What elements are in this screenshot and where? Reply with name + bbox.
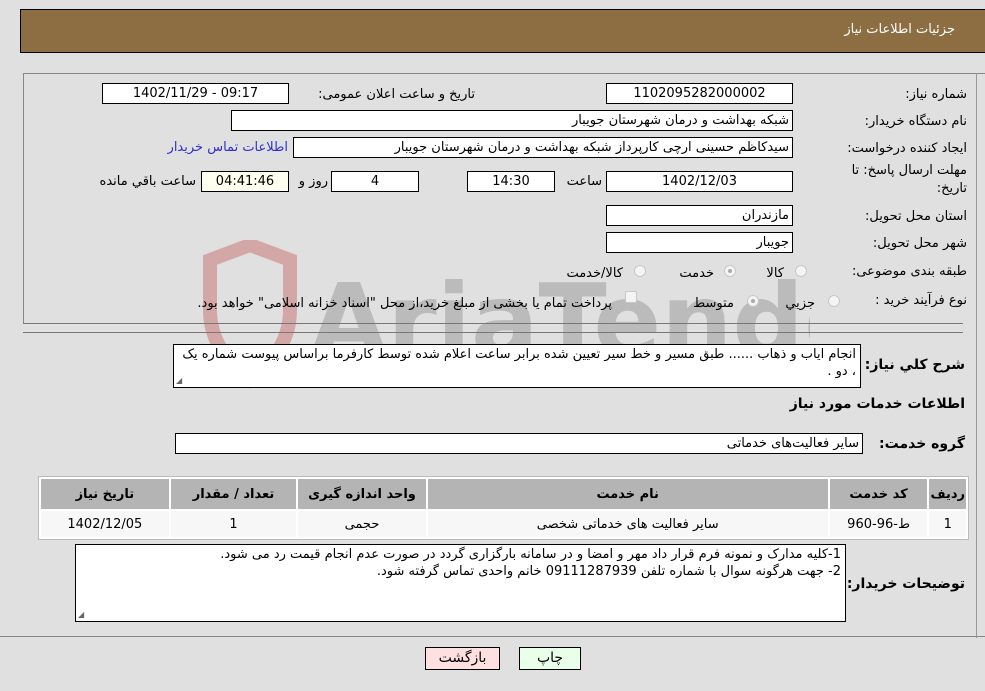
purchase-type-option-minor: جزیي: [785, 296, 815, 311]
table-row: 1 ط-96-960 سایر فعالیت های خدماتی شخصی ح…: [41, 511, 966, 537]
announce-datetime-field: 1402/11/29 - 09:17: [102, 83, 289, 104]
divider: [23, 332, 963, 333]
remaining-time-label: ساعت باقي مانده: [99, 174, 196, 189]
deadline-label-line2: تاریخ:: [936, 181, 967, 196]
deadline-date-field: 1402/12/03: [606, 171, 793, 192]
need-number-label: شماره نیاز:: [905, 87, 967, 102]
category-option-service: خدمت: [679, 266, 714, 281]
table-header-row: ردیف کد خدمت نام خدمت واحد اندازه گیری ت…: [41, 479, 966, 509]
announce-datetime-label: تاریخ و ساعت اعلان عمومی:: [318, 87, 475, 102]
purchase-type-radio-medium[interactable]: [747, 295, 759, 307]
cell-quantity: 1: [170, 511, 297, 537]
description-text: انجام ایاب و ذهاب ...... طبق مسیر و خط س…: [182, 347, 856, 379]
col-header-quantity: تعداد / مقدار: [170, 479, 297, 509]
cell-service-code: ط-96-960: [829, 511, 928, 537]
remaining-time-field: 04:41:46: [201, 171, 289, 192]
col-header-row-number: ردیف: [929, 479, 966, 509]
requester-field: سیدکاظم حسینی ارچی کارپرداز شبکه بهداشت …: [293, 137, 793, 158]
services-table: ردیف کد خدمت نام خدمت واحد اندازه گیری ت…: [38, 476, 969, 540]
col-header-service-code: کد خدمت: [829, 479, 928, 509]
treasury-checkbox[interactable]: [625, 291, 637, 303]
buyer-notes-line-2: 2- جهت هرگونه سوال با شماره تلفن 0911128…: [376, 564, 841, 579]
page-title: جزئیات اطلاعات نیاز: [844, 22, 955, 37]
category-option-goods-service: کالا/خدمت: [566, 266, 623, 281]
deadline-time-field: 14:30: [467, 171, 555, 192]
buyer-contact-link[interactable]: اطلاعات تماس خریدار: [168, 140, 288, 155]
days-label: روز و: [298, 174, 328, 189]
service-group-label: گروه خدمت:: [879, 436, 965, 452]
requester-label: ایجاد کننده درخواست:: [847, 141, 967, 156]
need-number-field: 1102095282000002: [606, 83, 793, 104]
province-field: مازندران: [606, 205, 793, 226]
city-label: شهر محل تحویل:: [872, 236, 967, 251]
city-field: جویبار: [606, 232, 793, 253]
purchase-type-radio-minor[interactable]: [828, 295, 840, 307]
category-label: طبقه بندی موضوعی:: [851, 264, 967, 279]
treasury-checkbox-label: پرداخت تمام یا بخشی از مبلغ خرید،از محل …: [197, 296, 612, 311]
buyer-notes-line-1: 1-کلیه مدارک و نمونه فرم قرار داد مهر و …: [220, 547, 841, 562]
col-header-need-date: تاریخ نیاز: [41, 479, 169, 509]
purchase-type-option-medium: متوسط: [693, 296, 734, 311]
resize-grip-icon[interactable]: ◢: [176, 377, 184, 385]
purchase-type-label: نوع فرآیند خرید :: [875, 293, 967, 308]
cell-unit: حجمی: [298, 511, 426, 537]
category-radio-service[interactable]: [724, 265, 736, 277]
divider: [23, 323, 963, 324]
panel-border: [976, 73, 977, 638]
resize-grip-icon[interactable]: ◢: [78, 611, 86, 619]
cell-need-date: 1402/12/05: [41, 511, 169, 537]
col-header-unit: واحد اندازه گیری: [298, 479, 426, 509]
deadline-time-label: ساعت: [566, 174, 602, 189]
services-section-title: اطلاعات خدمات مورد نیاز: [789, 396, 965, 412]
province-label: استان محل تحویل:: [865, 209, 967, 224]
buyer-org-field: شبکه بهداشت و درمان شهرستان جویبار: [231, 110, 793, 131]
print-button[interactable]: چاپ: [519, 647, 581, 670]
category-radio-goods[interactable]: [795, 265, 807, 277]
description-label: شرح کلي نیاز:: [864, 357, 965, 373]
description-textarea[interactable]: انجام ایاب و ذهاب ...... طبق مسیر و خط س…: [173, 344, 861, 388]
cell-row-number: 1: [929, 511, 966, 537]
buyer-notes-label: توضیحات خریدار:: [846, 576, 965, 592]
service-group-field: سایر فعالیت‌های خدماتی: [175, 433, 863, 454]
days-remaining-field: 4: [331, 171, 419, 192]
buyer-org-label: نام دستگاه خریدار:: [864, 114, 967, 129]
page-header: جزئیات اطلاعات نیاز: [20, 9, 985, 53]
col-header-service-name: نام خدمت: [427, 479, 828, 509]
deadline-label-line1: مهلت ارسال پاسخ: تا: [851, 163, 967, 178]
cell-service-name: سایر فعالیت های خدماتی شخصی: [427, 511, 828, 537]
buyer-notes-textarea[interactable]: 1-کلیه مدارک و نمونه فرم قرار داد مهر و …: [75, 544, 846, 622]
category-option-goods: کالا: [766, 266, 784, 281]
category-radio-goods-service[interactable]: [634, 265, 646, 277]
divider: [0, 636, 985, 637]
back-button[interactable]: بازگشت: [425, 647, 500, 670]
